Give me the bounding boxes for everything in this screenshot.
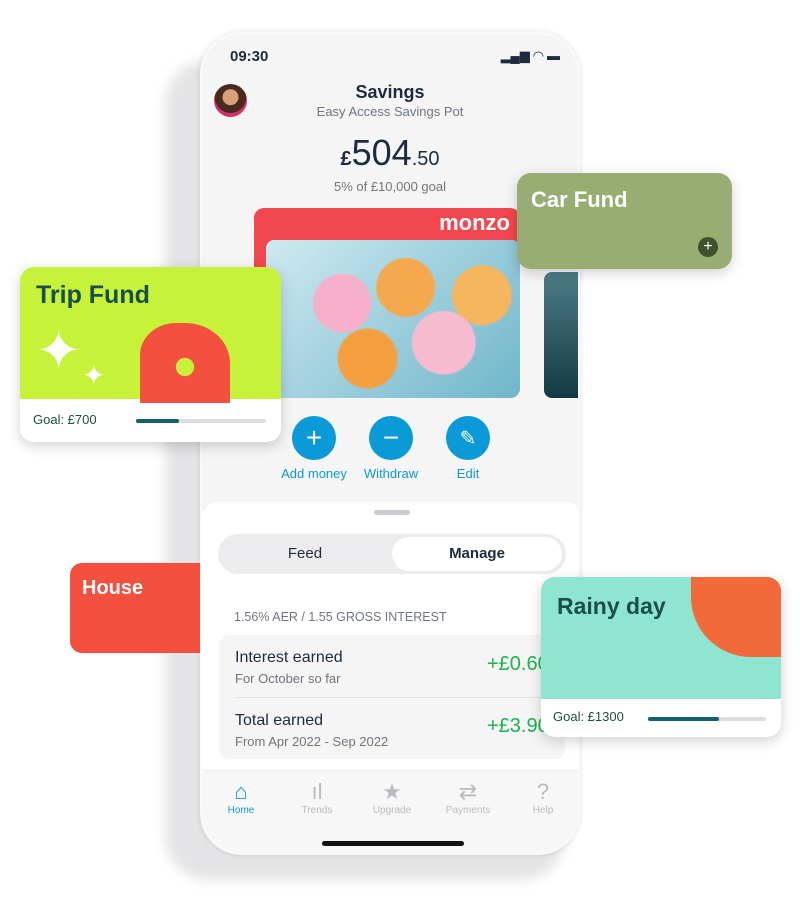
pot-goal: Goal: £1300: [553, 709, 624, 724]
nav-label: Help: [532, 805, 554, 816]
pot-name: Trip Fund: [36, 281, 150, 309]
phone-screen: 09:30 ▂▄▆ ◠ ▬ Savings Easy Access Saving…: [200, 32, 580, 855]
add-money-button[interactable]: +: [292, 416, 336, 460]
balance: £504.50: [202, 132, 578, 174]
umbrella-art: [691, 577, 781, 657]
interest-rate: 1.56% AER / 1.55 GROSS INTEREST: [234, 610, 447, 624]
home-indicator: [322, 841, 464, 846]
manage-sheet: Feed Manage 1.56% AER / 1.55 GROSS INTER…: [202, 502, 578, 802]
balance-currency: £: [340, 148, 352, 170]
interest-earned-sub: For October so far: [235, 671, 341, 686]
transfer-arrows-icon: ⇄: [458, 779, 478, 804]
sheet-handle[interactable]: [374, 510, 410, 515]
goal-progress-bar: [648, 717, 766, 721]
nav-label: Payments: [445, 805, 491, 816]
nav-help[interactable]: ? Help: [513, 779, 573, 816]
status-icons: ▂▄▆ ◠ ▬: [500, 48, 560, 63]
segmented-control: Feed Manage: [218, 534, 566, 574]
nav-upgrade[interactable]: ★ Upgrade: [362, 779, 422, 816]
sparkle-icon: ✦: [82, 360, 106, 391]
plus-icon: +: [305, 422, 323, 453]
total-earned-sub: From Apr 2022 - Sep 2022: [235, 734, 389, 749]
flower-art: [140, 323, 230, 403]
interest-earned-value: +£0.60: [487, 653, 549, 675]
pot-card-image[interactable]: monzo: [254, 208, 520, 398]
balloons-image: [266, 240, 520, 398]
interest-panel: Interest earned For October so far +£0.6…: [219, 635, 565, 759]
pot-goal: Goal: £700: [33, 412, 97, 427]
status-time: 09:30: [230, 48, 269, 65]
pot-card-house[interactable]: House: [70, 563, 200, 653]
minus-icon: −: [382, 422, 400, 453]
balance-pence: .50: [411, 148, 440, 170]
question-icon: ?: [536, 779, 550, 804]
tab-manage[interactable]: Manage: [392, 537, 562, 571]
pot-name: Car Fund: [531, 187, 628, 212]
pot-card-trip-fund[interactable]: ✦ ✦ Trip Fund Goal: £700: [20, 267, 281, 442]
rainy-day-art: Rainy day: [541, 577, 781, 699]
edit-button[interactable]: ✎: [446, 416, 490, 460]
total-earned-value: +£3.90: [487, 715, 549, 737]
nav-label: Upgrade: [372, 805, 412, 816]
nav-trends[interactable]: ıl Trends: [287, 779, 347, 816]
monzo-logo: monzo: [439, 210, 510, 235]
interest-earned-title: Interest earned: [235, 649, 343, 666]
edit-label: Edit: [456, 466, 480, 481]
trip-fund-art: ✦ ✦ Trip Fund: [20, 267, 281, 403]
pot-name: Rainy day: [557, 593, 666, 619]
goal-progress-bar: [136, 419, 266, 423]
home-icon: ⌂: [234, 779, 248, 804]
pot-name: House: [82, 577, 144, 599]
withdraw-button[interactable]: −: [369, 416, 413, 460]
sparkle-icon: ✦: [36, 321, 82, 381]
pot-card-rainy-day[interactable]: Rainy day Goal: £1300: [541, 577, 781, 737]
page-title: Savings: [355, 82, 425, 102]
pencil-icon: ✎: [459, 427, 477, 450]
tab-feed[interactable]: Feed: [218, 545, 392, 562]
withdraw-label: Withdraw: [363, 466, 419, 481]
divider: [235, 697, 565, 698]
pot-card-car-fund[interactable]: Car Fund +: [517, 173, 732, 269]
nav-label: Home: [227, 805, 255, 816]
balance-whole: 504: [351, 132, 412, 173]
add-money-label: Add money: [281, 466, 347, 481]
nav-payments[interactable]: ⇄ Payments: [438, 779, 498, 816]
total-earned-title: Total earned: [235, 712, 324, 729]
page-subtitle: Easy Access Savings Pot: [316, 104, 464, 119]
star-icon: ★: [382, 779, 402, 804]
add-icon[interactable]: +: [698, 237, 718, 257]
nav-home[interactable]: ⌂ Home: [211, 779, 271, 816]
next-pot-card-image[interactable]: [544, 272, 578, 398]
bottom-nav: ⌂ Home ıl Trends ★ Upgrade ⇄ Payments ? Help: [202, 770, 578, 853]
nav-label: Trends: [301, 805, 333, 816]
bar-chart-icon: ıl: [311, 779, 323, 804]
